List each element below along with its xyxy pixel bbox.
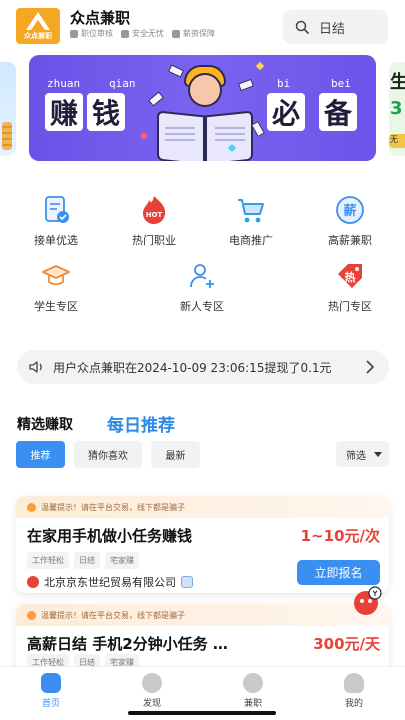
category-students[interactable]: 学生专区 bbox=[6, 260, 106, 314]
category-newcomers[interactable]: 新人专区 bbox=[152, 260, 252, 314]
high-salary-icon: 薪 bbox=[334, 194, 366, 226]
banner-pinyin-2: qian bbox=[109, 77, 136, 90]
banner-char-3: 必 bbox=[267, 93, 305, 131]
nav-home[interactable]: 首页 bbox=[21, 673, 81, 709]
hot-tag-icon: 热 bbox=[334, 260, 366, 292]
daily-recommend-title[interactable]: 每日推荐 bbox=[107, 411, 175, 436]
banner-carousel[interactable]: zhuan qian bi bei 赚 钱 必 备 生 3 无 bbox=[0, 55, 405, 163]
category-hot-jobs[interactable]: HOT 热门职业 bbox=[104, 194, 204, 248]
badge-salary: 薪资保障 bbox=[172, 28, 215, 39]
parttime-icon bbox=[243, 673, 263, 693]
profile-icon bbox=[344, 673, 364, 693]
banner-pinyin-1: zhuan bbox=[47, 77, 81, 90]
job-tag: 工作轻松 bbox=[27, 552, 69, 569]
verified-icon bbox=[70, 29, 78, 38]
discover-icon bbox=[142, 673, 162, 693]
company-info: 北京京东世纪贸易有限公司 bbox=[27, 574, 193, 590]
shopping-cart-icon bbox=[235, 194, 267, 226]
banner-main[interactable]: zhuan qian bi bei 赚 钱 必 备 bbox=[29, 55, 376, 161]
trust-badges: 职位审核 安全无忧 薪资保障 bbox=[70, 28, 215, 39]
banner-char-2: 钱 bbox=[87, 93, 125, 131]
job-card[interactable]: 温馨提示！请在平台交易，线下都是骗子 在家用手机做小任务赚钱 1~10元/次 工… bbox=[16, 496, 389, 593]
section-title: 精选赚取 bbox=[17, 417, 73, 433]
tab-recommend[interactable]: 推荐 bbox=[16, 441, 65, 468]
job-tag: 日结 bbox=[74, 552, 100, 569]
search-text: 日结 bbox=[319, 21, 346, 37]
nav-parttime[interactable]: 兼职 bbox=[223, 673, 283, 709]
category-high-salary[interactable]: 薪 高薪兼职 bbox=[300, 194, 400, 248]
money-note bbox=[251, 120, 265, 138]
app-name: 众点兼职 bbox=[70, 9, 131, 27]
new-user-icon bbox=[186, 260, 218, 292]
money-note bbox=[167, 64, 185, 78]
warning-icon bbox=[27, 610, 36, 620]
withdraw-notice-bar[interactable]: 用户众点兼职在2024-10-09 23:06:15提现了0.1元 bbox=[17, 350, 389, 384]
category-order-picks[interactable]: 接单优选 bbox=[6, 194, 106, 248]
money-note bbox=[148, 91, 164, 107]
nav-discover[interactable]: 发现 bbox=[122, 673, 182, 709]
banner-book-illustration bbox=[157, 107, 253, 161]
svg-text:薪: 薪 bbox=[343, 203, 356, 219]
money-note bbox=[238, 78, 254, 92]
logo-text: 众点兼职 bbox=[24, 32, 52, 40]
company-logo bbox=[27, 576, 39, 588]
home-indicator[interactable] bbox=[128, 711, 276, 715]
graduation-cap-icon bbox=[40, 260, 72, 292]
floating-mascot-button[interactable] bbox=[349, 584, 383, 618]
banner-pinyin-3: bi bbox=[277, 77, 291, 90]
home-icon bbox=[41, 673, 61, 693]
chevron-right-icon bbox=[366, 360, 375, 374]
app-logo: 众点兼职 bbox=[16, 8, 60, 44]
svg-text:HOT: HOT bbox=[146, 211, 163, 219]
mascot-ball-icon bbox=[354, 586, 382, 615]
document-check-icon bbox=[40, 194, 72, 226]
banner-char-4: 备 bbox=[319, 93, 357, 131]
banner-illustration-head bbox=[188, 73, 222, 107]
job-tags: 工作轻松 日结 宅家赚 bbox=[27, 552, 139, 569]
hot-flame-icon: HOT bbox=[138, 194, 170, 226]
svg-text:热: 热 bbox=[345, 270, 356, 284]
company-name: 北京京东世纪贸易有限公司 bbox=[44, 576, 176, 589]
job-price: 300元/天 bbox=[313, 635, 380, 653]
app-header: 众点兼职 众点兼职 职位审核 安全无忧 薪资保障 日结 bbox=[0, 0, 405, 50]
banner-char-1: 赚 bbox=[45, 93, 83, 131]
search-box[interactable]: 日结 bbox=[283, 10, 388, 44]
confetti bbox=[139, 131, 149, 141]
apply-button[interactable]: 立即报名 bbox=[297, 560, 380, 585]
tab-latest[interactable]: 最新 bbox=[151, 441, 200, 468]
verified-shield-icon bbox=[181, 576, 193, 588]
job-tag: 宅家赚 bbox=[105, 552, 139, 569]
category-ecommerce[interactable]: 电商推广 bbox=[201, 194, 301, 248]
banner-peek-left[interactable] bbox=[0, 62, 16, 156]
badge-safety: 安全无忧 bbox=[121, 28, 164, 39]
shield-icon bbox=[121, 29, 129, 38]
banner-peek-right[interactable]: 生 3 无 bbox=[389, 62, 405, 156]
filter-dropdown-button[interactable]: 筛选 bbox=[336, 441, 389, 467]
job-title: 高薪日结 手机2分钟小任务 … bbox=[27, 635, 228, 653]
warning-icon bbox=[27, 502, 36, 512]
filter-tabs: 推荐 猜你喜欢 最新 bbox=[16, 441, 200, 468]
speaker-icon bbox=[29, 361, 42, 373]
notice-text: 用户众点兼职在2024-10-09 23:06:15提现了0.1元 bbox=[53, 360, 332, 375]
tab-guess-you-like[interactable]: 猜你喜欢 bbox=[74, 441, 142, 468]
category-hot-zone[interactable]: 热 热门专区 bbox=[300, 260, 400, 314]
banner-pinyin-4: bei bbox=[331, 77, 351, 90]
search-icon bbox=[295, 20, 309, 34]
safety-tip: 温馨提示！请在平台交易，线下都是骗子 bbox=[16, 604, 389, 626]
badge-review: 职位审核 bbox=[70, 28, 113, 39]
confetti bbox=[255, 61, 265, 71]
nav-profile[interactable]: 我的 bbox=[324, 673, 384, 709]
wallet-icon bbox=[172, 29, 180, 38]
job-title: 在家用手机做小任务赚钱 bbox=[27, 527, 193, 545]
caret-down-icon bbox=[374, 451, 382, 457]
job-price: 1~10元/次 bbox=[300, 527, 380, 545]
safety-tip: 温馨提示！请在平台交易，线下都是骗子 bbox=[16, 496, 389, 518]
